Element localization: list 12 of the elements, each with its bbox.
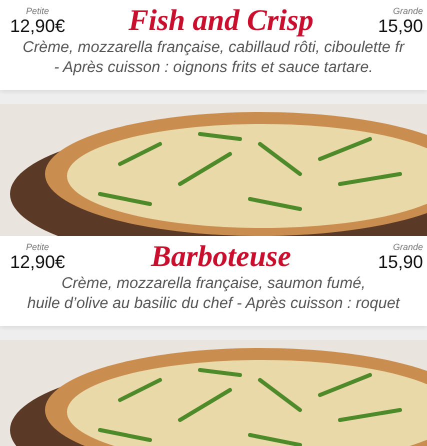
size-label: Grande [392,6,423,16]
pizza-name: Barboteuse [151,240,292,274]
size-label: Petite [25,6,50,16]
pizza-description: Crème, mozzarella française, cabillaud rôti, ciboulette fr - Après cuisson : oignons frits et sauce tartare. [22,38,406,78]
price: 12,90€ [10,16,66,36]
pizza-name: Fish and Crisp [128,4,314,38]
size-label: Grande [392,242,423,252]
price: 15,90 [378,16,423,36]
price: 15,90 [378,252,423,272]
price: 12,90€ [10,252,66,272]
pizza-description: Crème, mozzarella française, saumon fumé, huile d’olive au basilic du chef - Après cuisson : roquet [26,274,402,314]
size-label: Petite [25,242,50,252]
